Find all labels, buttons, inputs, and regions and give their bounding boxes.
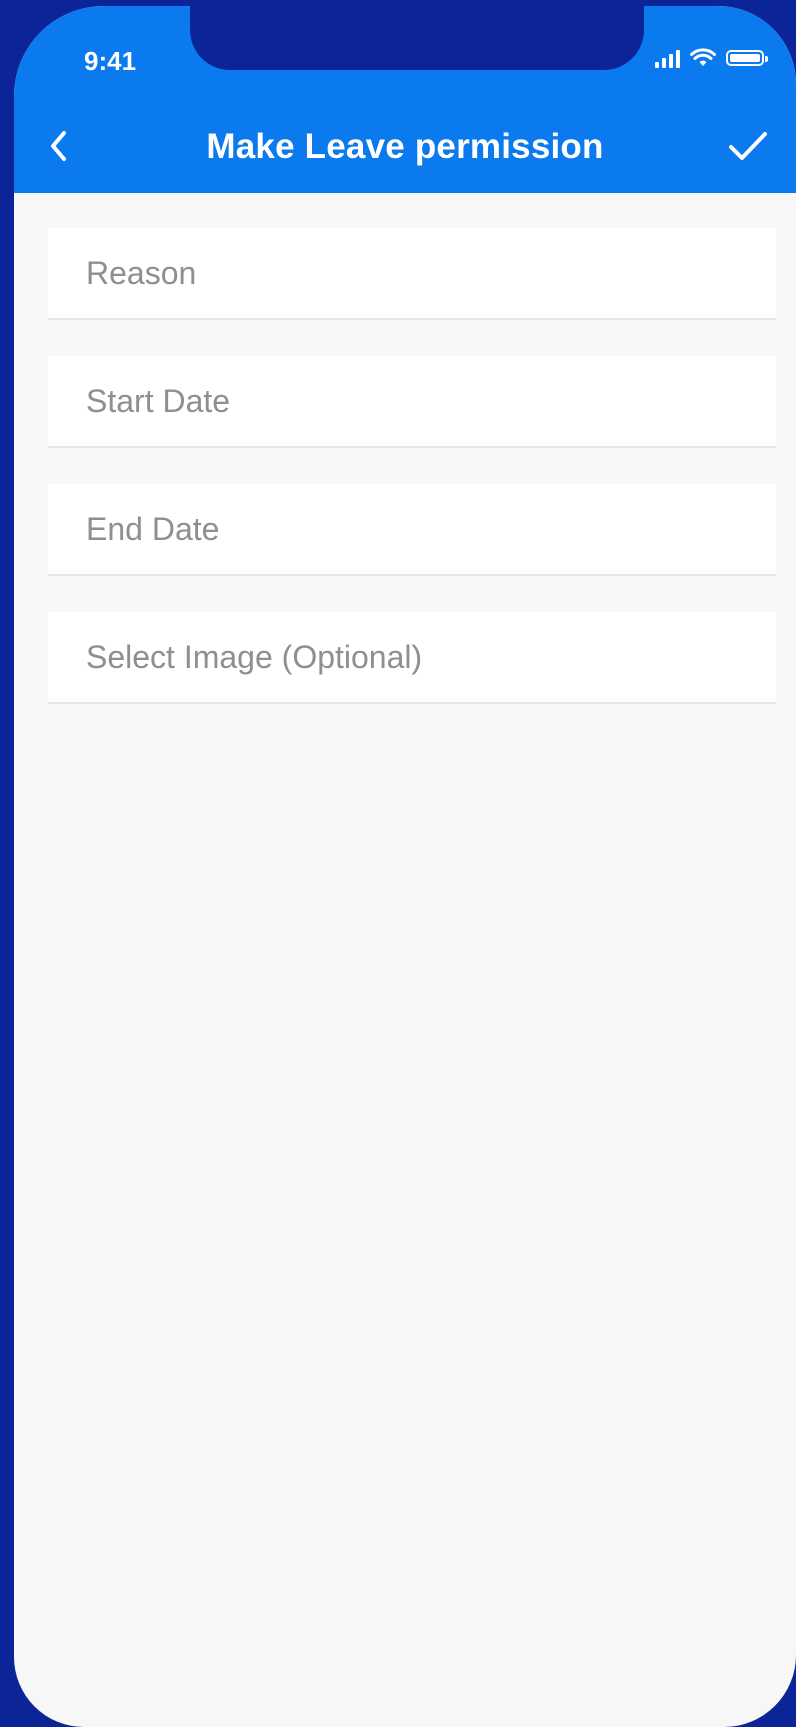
wifi-icon	[690, 48, 716, 66]
device-notch	[190, 6, 644, 70]
navigation-bar: Make Leave permission	[14, 101, 796, 191]
reason-field-container	[48, 228, 776, 320]
start-date-input[interactable]	[48, 356, 776, 446]
signal-icon	[655, 48, 680, 68]
battery-icon	[726, 50, 768, 66]
end-date-field-container	[48, 484, 776, 576]
checkmark-icon	[729, 132, 767, 160]
confirm-button[interactable]	[720, 119, 776, 173]
phone-screen: 9:41 Make Leave permission Reason Start …	[14, 6, 796, 1727]
leave-form	[48, 228, 776, 740]
status-icons	[655, 46, 768, 70]
select-image-field-container	[48, 612, 776, 704]
page-title: Make Leave permission	[206, 127, 604, 166]
end-date-input[interactable]	[48, 484, 776, 574]
reason-input[interactable]	[48, 228, 776, 318]
select-image-input[interactable]	[48, 612, 776, 702]
status-time: 9:41	[84, 46, 137, 76]
app-header: 9:41 Make Leave permission	[14, 6, 796, 193]
start-date-field-container	[48, 356, 776, 448]
